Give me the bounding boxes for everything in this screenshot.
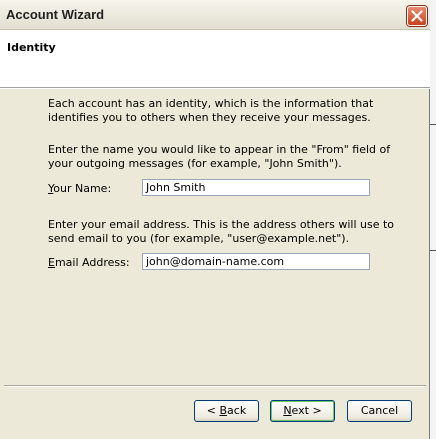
page-title: Identity	[7, 41, 56, 54]
next-button-mnemonic: N	[283, 404, 292, 417]
your-name-label-text: our Name:	[53, 182, 112, 195]
back-button[interactable]: < Back	[194, 400, 259, 422]
account-wizard-dialog: Account Wizard Identity Each account has…	[0, 0, 430, 439]
title-bar[interactable]: Account Wizard	[0, 0, 430, 30]
back-button-mnemonic: B	[219, 404, 228, 417]
your-name-input[interactable]: John Smith	[142, 179, 370, 196]
email-address-input[interactable]: john@domain-name.com	[142, 253, 370, 270]
footer-divider	[4, 385, 426, 387]
window-title: Account Wizard	[6, 7, 105, 22]
back-button-prefix: <	[206, 404, 220, 417]
close-button[interactable]	[407, 6, 427, 26]
your-name-label: Your Name:	[48, 182, 111, 195]
email-address-label-text: mail Address:	[54, 256, 130, 269]
close-icon	[411, 10, 423, 22]
page-header: Identity	[0, 30, 430, 88]
next-button[interactable]: Next >	[270, 400, 335, 422]
email-address-label: Email Address:	[48, 256, 130, 269]
email-instructions: Enter your email address. This is the ad…	[48, 218, 395, 245]
back-button-text: ack	[227, 404, 247, 417]
email-address-mnemonic: E	[48, 256, 55, 269]
name-instructions: Enter the name you would like to appear …	[48, 143, 391, 170]
next-button-text: ext >	[291, 404, 322, 417]
cancel-button[interactable]: Cancel	[347, 400, 412, 422]
intro-text: Each account has an identity, which is t…	[48, 97, 374, 124]
